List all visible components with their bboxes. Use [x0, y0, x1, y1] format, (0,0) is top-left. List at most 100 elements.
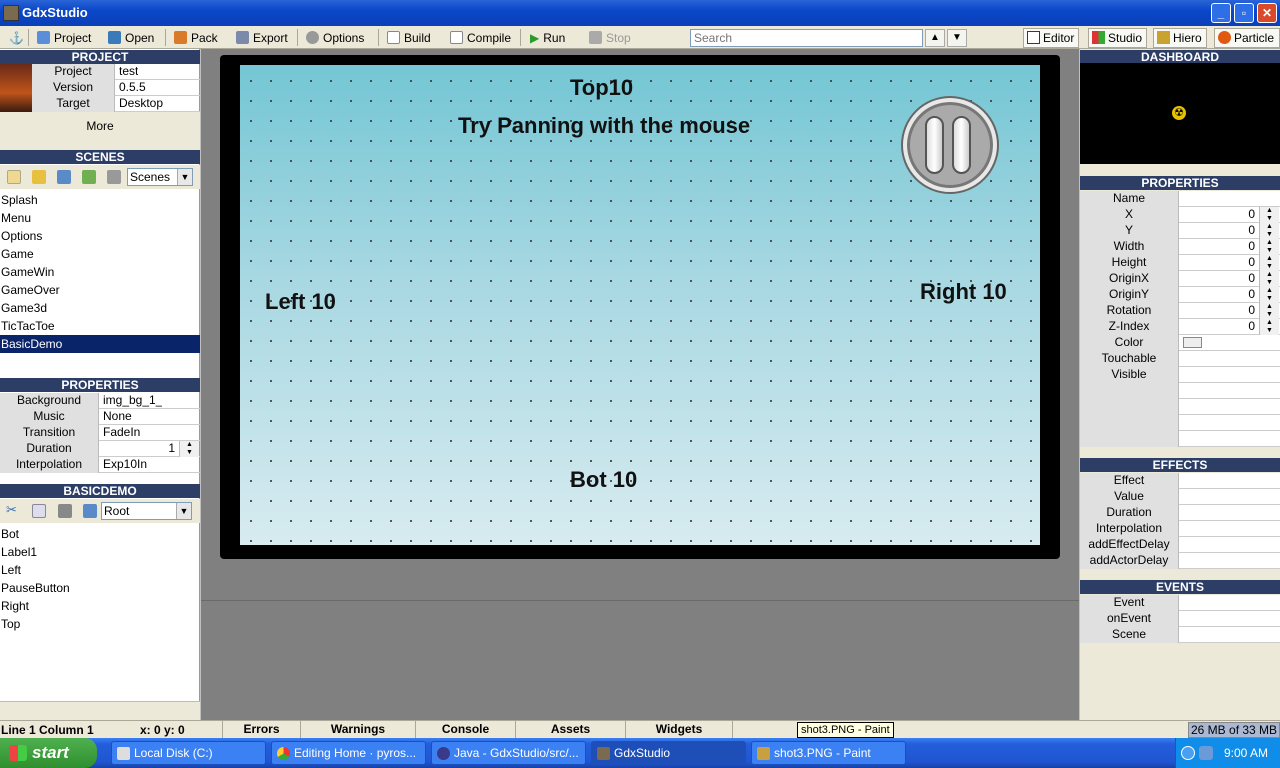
pack-button[interactable]: Pack	[174, 30, 218, 46]
task-gdxstudio[interactable]: GdxStudio	[591, 741, 746, 765]
memory-indicator[interactable]: 26 MB of 33 MB	[1188, 722, 1280, 738]
scenes-combo[interactable]: Scenes ▼	[127, 168, 193, 186]
clock[interactable]: 9:00 AM	[1224, 738, 1268, 768]
task-paint[interactable]: shot3.PNG - Paint	[751, 741, 906, 765]
color-swatch[interactable]	[1183, 337, 1202, 348]
pause-scene-icon[interactable]	[107, 170, 121, 184]
prop-color-row: Color	[1080, 335, 1280, 351]
originx-spinner[interactable]: ▲ ▼	[1259, 271, 1279, 287]
x-spinner[interactable]: ▲ ▼	[1259, 207, 1279, 223]
minimize-button[interactable]: _	[1211, 3, 1231, 23]
tab-assets[interactable]: Assets	[515, 721, 625, 738]
copy-icon[interactable]	[32, 504, 46, 518]
tab-editor[interactable]: Editor	[1023, 28, 1080, 48]
actors-toolbar: ✂ Root ▼	[0, 499, 200, 523]
task-local-disk[interactable]: Local Disk (C:)	[111, 741, 266, 765]
search-down-button[interactable]: ▼	[947, 29, 967, 47]
y-spinner[interactable]: ▲ ▼	[1259, 223, 1279, 239]
actors-scrollbar[interactable]	[0, 701, 200, 720]
actors-header: BASICDEMO	[0, 484, 200, 498]
stage-canvas[interactable]: Top10 Try Panning with the mouse Left 10…	[240, 65, 1040, 545]
export-button[interactable]: Export	[236, 30, 288, 46]
open-button[interactable]: Open	[108, 30, 154, 46]
tray-arrow-icon[interactable]	[1181, 746, 1195, 760]
new-scene-icon[interactable]	[7, 170, 21, 184]
start-button[interactable]: start	[0, 738, 97, 768]
cut-icon[interactable]: ✂	[6, 503, 20, 518]
scene-item-game3d[interactable]: Game3d	[0, 299, 200, 317]
tab-particle[interactable]: Particle	[1214, 28, 1280, 48]
top-label[interactable]: Top10	[570, 75, 633, 101]
taskbar-tooltip: shot3.PNG - Paint	[797, 722, 894, 738]
stop-button[interactable]: Stop	[589, 30, 631, 46]
network-icon[interactable]	[1199, 746, 1213, 760]
prop-originy-row: OriginY 0 ▲ ▼	[1080, 287, 1280, 303]
editor-icon	[1027, 31, 1040, 44]
prop-name-row: Name	[1080, 191, 1280, 207]
effect-row: Effect	[1080, 473, 1280, 489]
tab-console[interactable]: Console	[415, 721, 515, 738]
scene-item-game[interactable]: Game	[0, 245, 200, 263]
delete-actor-icon[interactable]	[83, 504, 97, 518]
scene-item-gamewin[interactable]: GameWin	[0, 263, 200, 281]
compile-button[interactable]: Compile	[450, 30, 511, 46]
add-effect-delay-row: addEffectDelay	[1080, 537, 1280, 553]
pause-button[interactable]	[903, 98, 997, 192]
label1[interactable]: Try Panning with the mouse	[458, 113, 750, 139]
rotation-spinner[interactable]: ▲ ▼	[1259, 303, 1279, 319]
right-panel: DASHBOARD ☢ PROPERTIES Name X 0 ▲ ▼ Y 0 ▲ ▼ Wi…	[1080, 49, 1280, 720]
width-spinner[interactable]: ▲ ▼	[1259, 239, 1279, 255]
radiation-icon: ☢	[1172, 106, 1186, 120]
scene-item-menu[interactable]: Menu	[0, 209, 200, 227]
zindex-spinner[interactable]: ▲ ▼	[1259, 319, 1279, 335]
height-spinner[interactable]: ▲ ▼	[1259, 255, 1279, 271]
actor-item-top[interactable]: Top	[0, 615, 200, 633]
actors-combo[interactable]: Root ▼	[101, 502, 192, 520]
duration-spinner[interactable]: ▲ ▼	[179, 441, 199, 457]
main-toolbar: ⚓ Project Open Pack Export Options Build…	[0, 26, 1280, 49]
actor-item-label1[interactable]: Label1	[0, 543, 200, 561]
dashboard-header: DASHBOARD	[1080, 50, 1280, 64]
anchor-icon[interactable]: ⚓	[9, 30, 24, 46]
originy-spinner[interactable]: ▲ ▼	[1259, 287, 1279, 303]
status-bar: Line 1 Column 1 x: 0 y: 0 Errors Warning…	[0, 720, 1280, 738]
effect-value-row: Value	[1080, 489, 1280, 505]
delete-scene-icon[interactable]	[57, 170, 71, 184]
scene-item-tictactoe[interactable]: TicTacToe	[0, 317, 200, 335]
more-button[interactable]: More	[0, 112, 200, 150]
right-label[interactable]: Right 10	[920, 279, 1007, 305]
play-scene-icon[interactable]	[82, 170, 96, 184]
actor-item-bot[interactable]: Bot	[0, 525, 200, 543]
close-button[interactable]: ✕	[1257, 3, 1277, 23]
scene-item-gameover[interactable]: GameOver	[0, 281, 200, 299]
scenes-toolbar: Scenes ▼	[0, 165, 200, 189]
actors-list: Bot Label1 Left PauseButton Right Top	[0, 525, 200, 633]
actor-item-right[interactable]: Right	[0, 597, 200, 615]
actor-item-pausebutton[interactable]: PauseButton	[0, 579, 200, 597]
drive-icon	[117, 747, 130, 760]
paste-icon[interactable]	[58, 504, 72, 518]
tab-hiero[interactable]: Hiero	[1153, 28, 1207, 48]
task-chrome[interactable]: Editing Home · pyros...	[271, 741, 426, 765]
maximize-button[interactable]: ▫	[1234, 3, 1254, 23]
run-button[interactable]: ▶ Run	[530, 30, 565, 46]
scene-item-splash[interactable]: Splash	[0, 191, 200, 209]
options-button[interactable]: Options	[306, 30, 364, 46]
scene-item-options[interactable]: Options	[0, 227, 200, 245]
left-label[interactable]: Left 10	[265, 289, 336, 315]
scenes-header: SCENES	[0, 150, 200, 164]
task-eclipse[interactable]: Java - GdxStudio/src/...	[431, 741, 586, 765]
tab-errors[interactable]: Errors	[222, 721, 300, 738]
project-button[interactable]: Project	[37, 30, 91, 46]
build-button[interactable]: Build	[387, 30, 431, 46]
project-row: Project test	[32, 64, 200, 80]
bot-label[interactable]: Bot 10	[570, 467, 637, 493]
tab-widgets[interactable]: Widgets	[625, 721, 733, 738]
search-up-button[interactable]: ▲	[925, 29, 945, 47]
actor-item-left[interactable]: Left	[0, 561, 200, 579]
search-input[interactable]	[690, 29, 923, 47]
tab-warnings[interactable]: Warnings	[300, 721, 415, 738]
scene-item-basicdemo[interactable]: BasicDemo	[0, 335, 200, 353]
tab-studio[interactable]: Studio	[1088, 28, 1148, 48]
rename-scene-icon[interactable]	[32, 170, 46, 184]
